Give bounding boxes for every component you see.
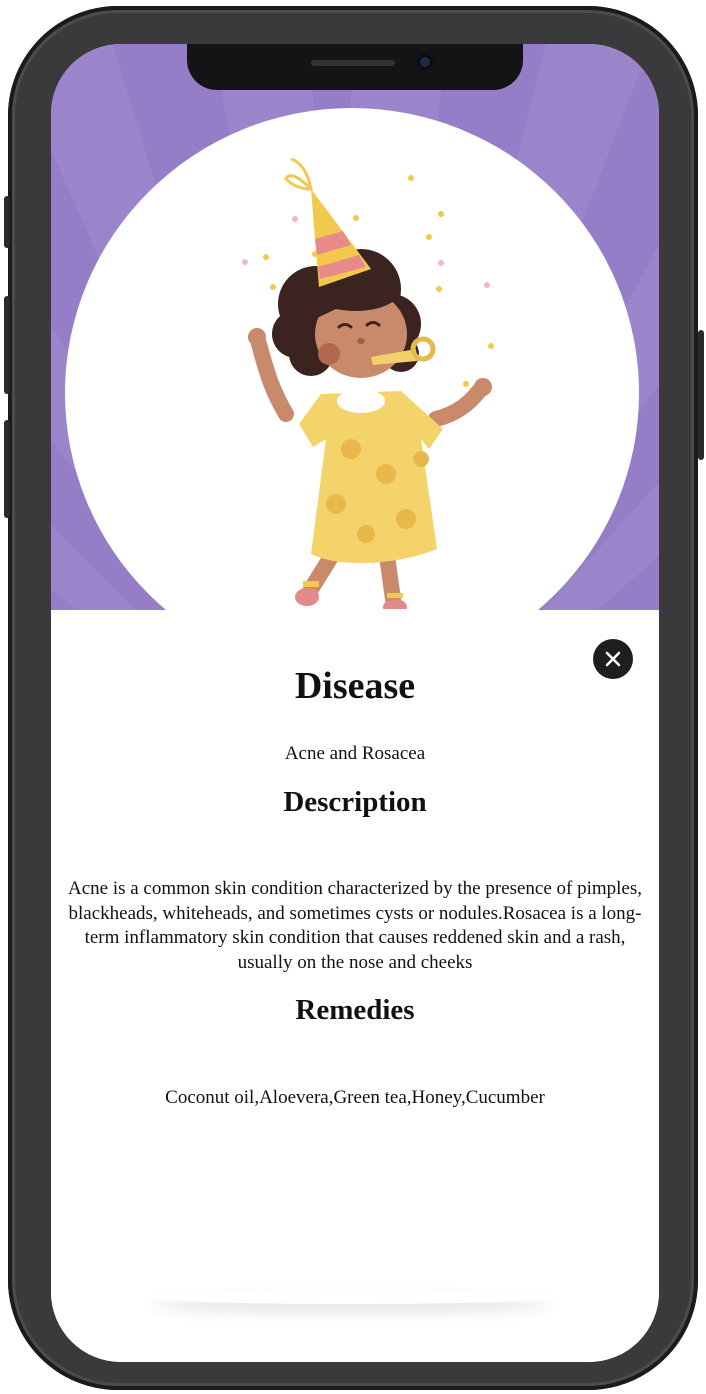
remedies-heading: Remedies	[295, 994, 415, 1026]
volume-down-button	[4, 420, 10, 518]
remedies-text: Coconut oil,Aloevera,Green tea,Honey,Cuc…	[165, 1087, 545, 1108]
sheet-bottom-shadow	[151, 1290, 551, 1304]
disease-name: Acne and Rosacea	[284, 743, 426, 764]
description-heading: Description	[283, 786, 427, 818]
details-sheet: Disease Acne and Rosacea Description Acn…	[51, 610, 659, 1362]
disease-heading: Disease	[294, 665, 416, 707]
phone-screen: Disease Acne and Rosacea Description Acn…	[51, 44, 659, 1362]
party-hat	[284, 157, 371, 287]
front-camera	[417, 54, 433, 70]
hero-banner	[51, 44, 659, 610]
dress	[299, 389, 443, 564]
volume-up-button	[4, 296, 10, 394]
earpiece-speaker	[311, 60, 395, 66]
mute-switch	[4, 196, 10, 248]
description-text: Acne is a common skin condition characte…	[67, 878, 643, 973]
party-girl-illustration	[242, 157, 494, 609]
phone-notch	[187, 44, 523, 90]
power-button	[698, 330, 704, 460]
